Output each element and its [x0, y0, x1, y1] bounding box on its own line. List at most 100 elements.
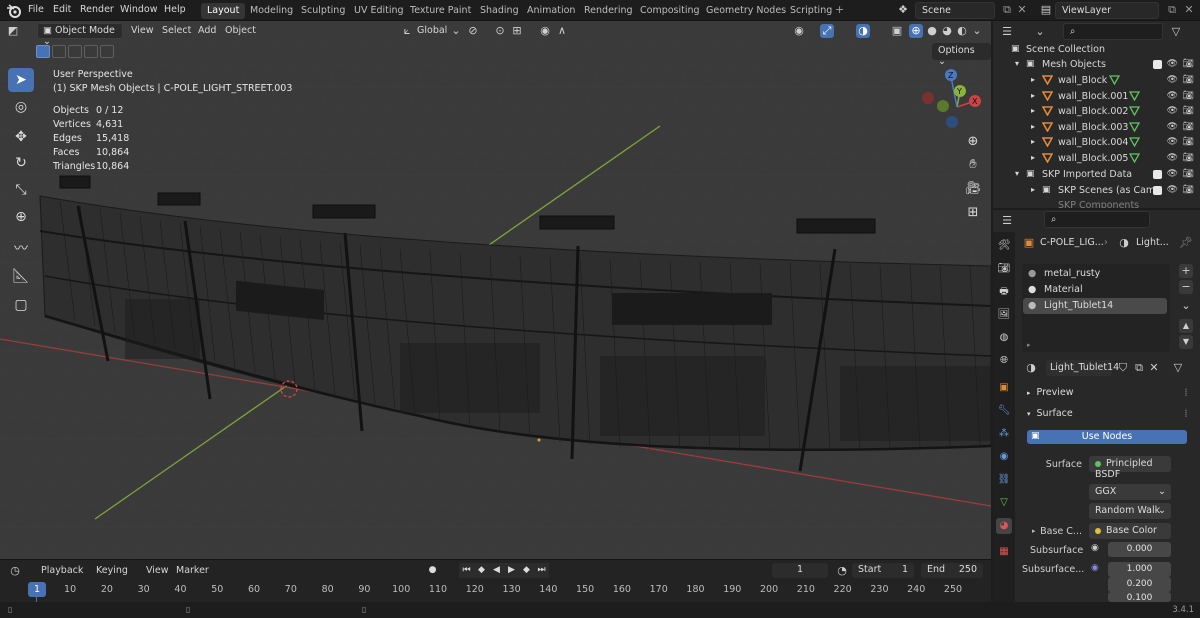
rotate-tool-icon[interactable]: ↻ — [8, 151, 34, 175]
include-checkbox[interactable] — [1153, 60, 1162, 69]
subsurface-field[interactable]: 0.000 — [1108, 542, 1171, 557]
play-icon[interactable]: ▶ — [504, 563, 519, 578]
eye-icon[interactable]: 👁︎ — [1167, 169, 1178, 179]
mesh-data-icon[interactable] — [1129, 152, 1140, 163]
browse-material-icon[interactable]: ◑ — [1024, 361, 1038, 375]
object-mode-dropdown[interactable]: ▣ Object Mode ⌄ — [37, 23, 123, 47]
transform-orientation-dropdown[interactable]: Global — [417, 25, 447, 36]
include-checkbox[interactable] — [1153, 170, 1162, 179]
modifiers-tab-icon[interactable]: 🔧︎ — [996, 403, 1012, 419]
pan-hand-icon[interactable]: ✋︎ — [962, 154, 984, 176]
drag-handle-icon[interactable]: ⁞ — [1179, 386, 1193, 400]
scene-selector[interactable]: Scene — [915, 2, 995, 19]
visibility-icon[interactable]: ◉ — [792, 24, 806, 38]
material-name-field[interactable]: Light_Tublet14 — [1046, 360, 1119, 376]
view-layer-selector[interactable]: ViewLayer — [1055, 2, 1159, 19]
mesh-data-icon[interactable] — [1129, 137, 1140, 147]
timeline-menu-marker[interactable]: Marker — [176, 565, 209, 576]
expand-icon[interactable]: ▸ — [1031, 185, 1035, 194]
outliner-row-object[interactable]: ▸ wall_Block.005 👁︎ 📷︎ — [993, 151, 1200, 167]
eye-icon[interactable]: 👁︎ — [1167, 185, 1178, 195]
display-mode-icon[interactable]: ⌄ — [1033, 25, 1047, 39]
surface-panel-header[interactable]: ▾ Surface — [1023, 405, 1192, 423]
add-workspace-icon[interactable]: + — [835, 3, 844, 16]
viewport-menu-add[interactable]: Add — [198, 25, 216, 36]
timeline-menu-playback[interactable]: Playback — [41, 565, 83, 576]
properties-search-input[interactable]: ⌕ — [1044, 211, 1150, 228]
select-mode-extend-icon[interactable] — [52, 45, 66, 58]
chevron-down-icon[interactable]: ⌄ — [449, 24, 463, 38]
overlay-toggle-icon[interactable]: ◑ — [856, 24, 870, 38]
proportional-edit-icon[interactable]: ◉ — [538, 24, 552, 38]
timeline-menu-keying[interactable]: Keying — [96, 565, 128, 576]
tab-shading[interactable]: Shading — [474, 3, 525, 19]
render-tab-icon[interactable]: 📷︎ — [996, 261, 1012, 277]
subsurface-method-dropdown[interactable]: Random Walk ⌄ — [1089, 503, 1171, 519]
prev-keyframe-icon[interactable]: ◆ — [474, 563, 489, 578]
start-frame-field[interactable]: Start 1 — [852, 563, 914, 578]
xray-toggle-icon[interactable]: ▣ — [890, 24, 904, 38]
tab-modeling[interactable]: Modeling — [244, 3, 299, 19]
unlink-material-icon[interactable]: ✕ — [1147, 361, 1161, 375]
scene-tab-icon[interactable]: ◍ — [996, 330, 1012, 346]
tab-texture-paint[interactable]: Texture Paint — [404, 3, 477, 19]
scene-icon[interactable]: ❖ — [896, 3, 910, 17]
camera-view-icon[interactable]: 🎥︎ — [962, 178, 984, 200]
expand-icon[interactable]: ▸ — [1031, 137, 1035, 146]
jump-end-icon[interactable]: ⏭ — [534, 563, 549, 578]
add-cube-tool-icon[interactable]: ▢ — [8, 293, 34, 317]
distribution-dropdown[interactable]: GGX ⌄ — [1089, 484, 1171, 500]
tab-geometry-nodes[interactable]: Geometry Nodes — [700, 3, 792, 19]
camera-icon[interactable]: 📷︎ — [1183, 75, 1194, 85]
gizmo-toggle-icon[interactable]: ⤢ — [820, 24, 834, 38]
eye-icon[interactable]: 👁︎ — [1167, 75, 1178, 85]
remove-slot-icon[interactable]: − — [1179, 280, 1193, 294]
constraints-tab-icon[interactable]: ⛓︎ — [996, 472, 1012, 488]
base-color-socket-button[interactable]: Base Color — [1089, 523, 1171, 539]
pin-icon[interactable]: 📌︎ — [1179, 236, 1193, 250]
properties-editor-icon[interactable]: ☰ — [1000, 214, 1014, 228]
jump-start-icon[interactable]: ⏮ — [459, 563, 474, 578]
expand-icon[interactable]: ▸ — [1031, 153, 1035, 162]
camera-icon[interactable]: 📷︎ — [1183, 91, 1194, 101]
expand-icon[interactable]: ▸ — [1031, 75, 1035, 84]
slot-specials-icon[interactable]: ⌄ — [1179, 299, 1193, 313]
snap-target-icon[interactable]: ⊞ — [510, 24, 524, 38]
subsurface-radius-z[interactable]: 0.100 — [1108, 592, 1171, 602]
output-tab-icon[interactable]: 🖶 — [996, 284, 1012, 300]
eye-icon[interactable]: 👁︎ — [1167, 91, 1178, 101]
select-mode-intersect-icon[interactable] — [100, 45, 114, 58]
socket-icon[interactable]: ◉ — [1091, 563, 1099, 573]
tool-tab-icon[interactable]: 🛠︎ — [996, 238, 1012, 254]
add-slot-icon[interactable]: + — [1179, 264, 1193, 278]
menu-window[interactable]: Window — [120, 4, 157, 15]
menu-file[interactable]: File — [28, 4, 44, 15]
outliner-row-skp-components[interactable]: SKP Components — [993, 198, 1200, 208]
next-keyframe-icon[interactable]: ◆ — [519, 563, 534, 578]
camera-icon[interactable]: 📷︎ — [1183, 153, 1194, 163]
tab-rendering[interactable]: Rendering — [578, 3, 639, 19]
expand-icon[interactable]: ▸ — [1031, 91, 1035, 100]
tab-animation[interactable]: Animation — [521, 3, 581, 19]
material-slot-material[interactable]: ● Material — [1023, 282, 1167, 298]
particles-tab-icon[interactable]: ⁂ — [996, 426, 1012, 442]
scene-close-icon[interactable]: ✕ — [1015, 3, 1029, 17]
outliner-search-input[interactable]: ⌕ — [1063, 23, 1163, 40]
ortho-grid-icon[interactable]: ⊞ — [962, 202, 984, 224]
camera-icon[interactable]: 📷︎ — [1183, 169, 1194, 179]
material-tab-icon[interactable]: ◕ — [996, 518, 1012, 534]
view-layer-new-icon[interactable]: ⧉ — [1165, 3, 1179, 17]
menu-edit[interactable]: Edit — [53, 4, 71, 15]
outliner-row-mesh-objects[interactable]: ▾ ▣ Mesh Objects 👁︎ 📷︎ — [993, 57, 1200, 73]
viewport-menu-view[interactable]: View — [131, 25, 154, 36]
wireframe-shading-icon[interactable]: ⊕ — [909, 24, 923, 38]
use-nodes-button[interactable]: ▣ Use Nodes — [1027, 430, 1187, 444]
mesh-data-icon[interactable] — [1129, 106, 1140, 116]
editor-type-icon[interactable]: ◩ — [6, 24, 20, 38]
viewport-menu-object[interactable]: Object — [225, 25, 256, 36]
outliner-row-object[interactable]: ▸ wall_Block.002 👁︎ 📷︎ — [993, 104, 1200, 120]
camera-icon[interactable]: 📷︎ — [1183, 137, 1194, 147]
mesh-data-icon[interactable] — [1129, 121, 1140, 132]
play-reverse-icon[interactable]: ◀ — [489, 563, 504, 578]
object-tab-icon[interactable]: ▣ — [996, 380, 1012, 396]
